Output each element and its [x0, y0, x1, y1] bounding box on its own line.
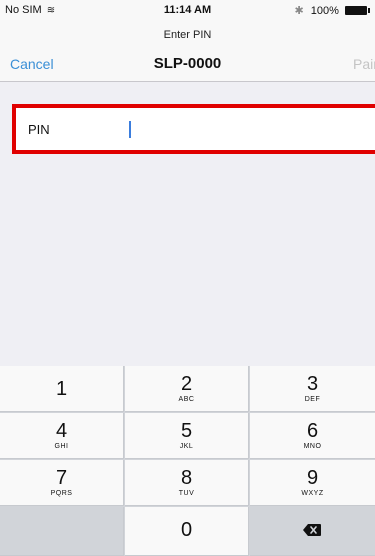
- battery-percent: 100%: [310, 5, 339, 17]
- key-letters: PQRS: [50, 490, 73, 497]
- key-letters: DEF: [304, 396, 321, 403]
- key-3[interactable]: 3 DEF: [250, 366, 375, 412]
- key-letters: WXYZ: [301, 490, 324, 497]
- key-2[interactable]: 2 ABC: [125, 366, 249, 412]
- pin-input[interactable]: [128, 117, 368, 141]
- blank-key: [0, 507, 124, 556]
- bluetooth-icon: ✱: [294, 5, 304, 17]
- navigation-bar: Enter PIN Cancel SLP-0000 Pair: [0, 20, 375, 82]
- key-digit: 5: [180, 420, 193, 442]
- key-letters: TUV: [178, 490, 195, 497]
- backspace-icon: [303, 524, 321, 536]
- battery-icon: [345, 5, 370, 15]
- numeric-keypad: 1 2 ABC 3 DEF 4 GHI 5 JKL 6 MNO 7 PQRS 8…: [0, 366, 375, 556]
- key-digit: 4: [55, 420, 68, 442]
- key-digit: 8: [180, 467, 193, 489]
- page-title: SLP-0000: [153, 55, 222, 72]
- delete-key[interactable]: [250, 507, 375, 556]
- text-cursor: [129, 121, 131, 138]
- key-4[interactable]: 4 GHI: [0, 413, 124, 459]
- key-5[interactable]: 5 JKL: [125, 413, 249, 459]
- key-0[interactable]: 0: [125, 507, 249, 556]
- key-digit: 0: [180, 519, 193, 541]
- key-digit: 7: [55, 467, 68, 489]
- key-6[interactable]: 6 MNO: [250, 413, 375, 459]
- key-digit: 9: [306, 467, 319, 489]
- key-letters: MNO: [303, 443, 322, 450]
- key-1[interactable]: 1: [0, 366, 124, 412]
- key-digit: 1: [55, 378, 68, 400]
- battery-status: ✱ 100%: [294, 4, 370, 17]
- key-letters: JKL: [179, 443, 194, 450]
- key-digit: 6: [306, 420, 319, 442]
- pin-field-row[interactable]: PIN: [12, 104, 375, 154]
- status-bar: No SIM ≋ 11:14 AM ✱ 100%: [0, 0, 375, 20]
- pin-label: PIN: [28, 122, 50, 137]
- key-digit: 2: [180, 373, 193, 395]
- key-9[interactable]: 9 WXYZ: [250, 460, 375, 506]
- pair-button[interactable]: Pair: [353, 56, 375, 72]
- key-letters: ABC: [178, 396, 195, 403]
- key-digit: 3: [306, 373, 319, 395]
- prompt-text: Enter PIN: [163, 29, 212, 41]
- key-8[interactable]: 8 TUV: [125, 460, 249, 506]
- key-letters: GHI: [54, 443, 69, 450]
- key-7[interactable]: 7 PQRS: [0, 460, 124, 506]
